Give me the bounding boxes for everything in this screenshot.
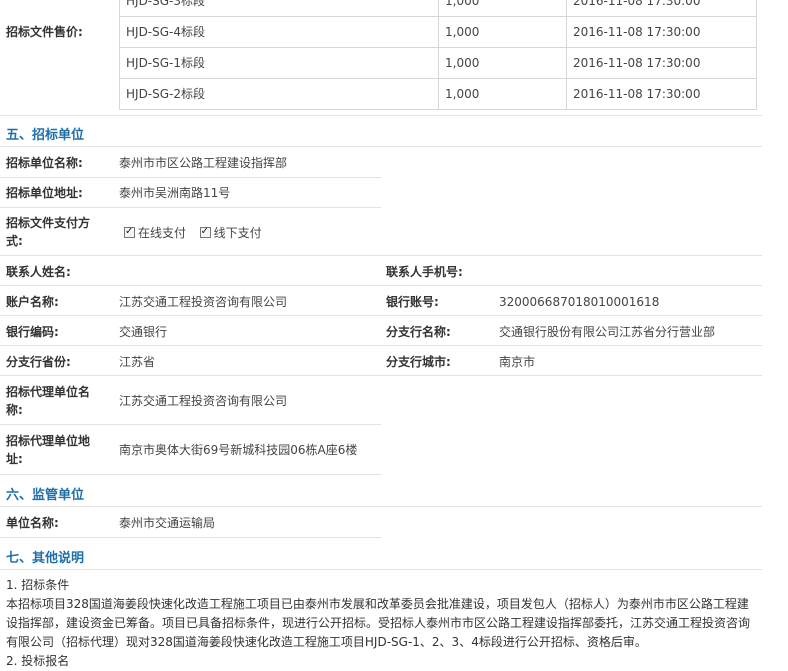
divider [0, 285, 762, 286]
divider [0, 569, 762, 570]
offline-payment-label: 线下支付 [213, 226, 262, 240]
divider [0, 255, 762, 256]
divider [0, 474, 381, 475]
branch-city: 南京市 [499, 355, 536, 369]
price-cell: 1,000 [439, 17, 567, 47]
tenderer-name-label: 招标单位名称: [6, 156, 83, 170]
price-cell: 1,000 [439, 48, 567, 78]
section-cell: HJD-SG-1标段 [120, 48, 439, 78]
bank-code: 交通银行 [119, 325, 168, 339]
divider [0, 177, 381, 178]
tenderer-name: 泰州市市区公路工程建设指挥部 [119, 156, 288, 170]
table-row: HJD-SG-2标段 1,000 2016-11-08 17:30:00 [120, 78, 756, 109]
tenderer-address-label: 招标单位地址: [6, 186, 83, 200]
tenderer-address: 泰州市吴洲南路11号 [119, 186, 231, 200]
price-cell: 1,000 [439, 79, 567, 109]
offline-payment-checkbox[interactable] [199, 223, 211, 241]
bank-code-label: 银行编码: [6, 325, 59, 339]
divider [0, 506, 762, 507]
branch-city-label: 分支行城市: [386, 355, 451, 369]
branch-name-label: 分支行名称: [386, 325, 451, 339]
online-payment-checkbox[interactable] [124, 223, 135, 241]
account-name: 江苏交通工程投资咨询有限公司 [119, 295, 288, 309]
supervisor-heading: 六、监管单位 [6, 488, 85, 503]
payment-method-label: 招标文件支付方式: [6, 216, 91, 248]
divider [0, 375, 762, 376]
agent-address: 南京市奥体大街69号新城科技园06栋A座6楼 [119, 443, 358, 457]
condition-title: 1. 招标条件 [6, 578, 70, 592]
divider [0, 115, 762, 116]
tenderer-heading: 五、招标单位 [6, 128, 85, 143]
agent-name: 江苏交通工程投资咨询有限公司 [119, 394, 288, 408]
price-cell: 1,000 [439, 0, 567, 16]
branch-province-label: 分支行省份: [6, 355, 71, 369]
other-heading: 七、其他说明 [6, 551, 85, 566]
sale-price-label: 招标文件售价: [6, 25, 83, 39]
section-cell: HJD-SG-3标段 [120, 0, 439, 16]
deadline-cell: 2016-11-08 17:30:00 [573, 0, 701, 8]
deadline-cell: 2016-11-08 17:30:00 [573, 56, 701, 70]
bank-account: 320006687018010001618 [499, 295, 660, 309]
divider [0, 207, 381, 208]
bank-account-label: 银行账号: [386, 295, 439, 309]
divider [0, 424, 381, 425]
online-payment-label: 在线支付 [138, 226, 187, 240]
branch-province: 江苏省 [119, 355, 156, 369]
branch-name: 交通银行股份有限公司江苏省分行营业部 [499, 325, 716, 339]
contact-name-label: 联系人姓名: [6, 265, 71, 279]
contact-mobile-label: 联系人手机号: [386, 265, 463, 279]
table-row: HJD-SG-3标段 1,000 2016-11-08 17:30:00 [120, 0, 756, 16]
supervisor-name: 泰州市交通运输局 [119, 516, 216, 530]
account-name-label: 账户名称: [6, 295, 59, 309]
divider [0, 146, 762, 147]
divider [0, 345, 762, 346]
table-row: HJD-SG-1标段 1,000 2016-11-08 17:30:00 [120, 47, 756, 78]
sale-price-table: HJD-SG-3标段 1,000 2016-11-08 17:30:00 HJD… [119, 0, 757, 110]
deadline-cell: 2016-11-08 17:30:00 [573, 87, 701, 101]
section-cell: HJD-SG-2标段 [120, 79, 439, 109]
divider [0, 537, 381, 538]
section-cell: HJD-SG-4标段 [120, 17, 439, 47]
condition-text: 本招标项目328国道海姜段快速化改造工程施工项目已由泰州市发展和改革委员会批准建… [6, 597, 751, 649]
agent-address-label: 招标代理单位地址: [6, 434, 91, 466]
supervisor-name-label: 单位名称: [6, 516, 59, 530]
deadline-cell: 2016-11-08 17:30:00 [573, 25, 701, 39]
divider [0, 315, 762, 316]
agent-name-label: 招标代理单位名称: [6, 385, 91, 417]
payment-options: 在线支付 线下支付 [124, 223, 262, 242]
registration-title: 2. 投标报名 [6, 654, 70, 668]
table-row: HJD-SG-4标段 1,000 2016-11-08 17:30:00 [120, 16, 756, 47]
